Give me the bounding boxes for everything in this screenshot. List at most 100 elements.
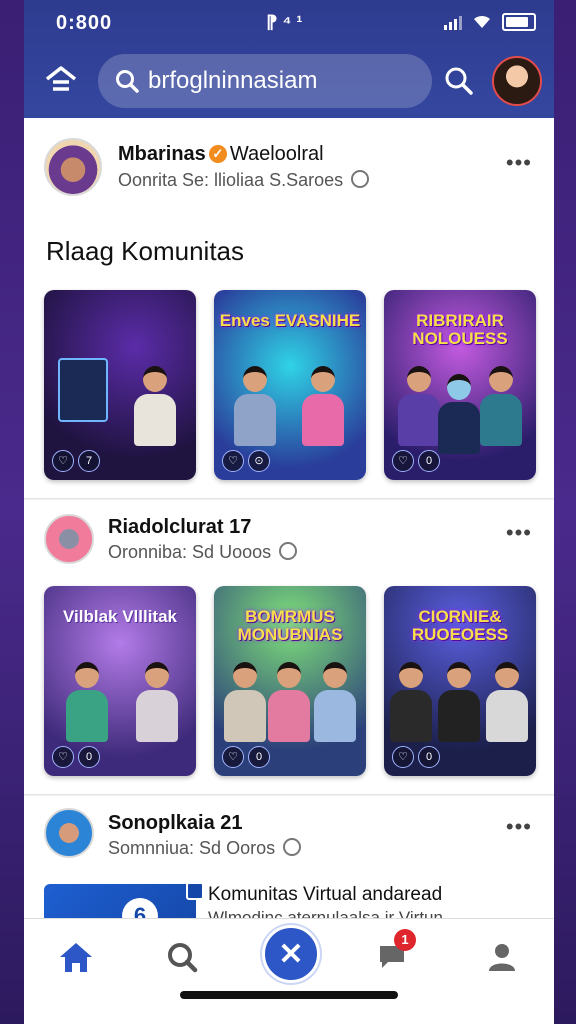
home-indicator bbox=[180, 991, 398, 999]
status-bar: 0:800 ⁋ ⁴ ¹ bbox=[24, 0, 554, 42]
search-button[interactable] bbox=[442, 64, 476, 98]
search-input[interactable]: brfoglninnasiam bbox=[98, 54, 432, 108]
count-badge: 0 bbox=[248, 746, 270, 768]
post-meta: Oonrita Se: llioliaa S.Saroes bbox=[118, 170, 370, 191]
person-figure bbox=[222, 662, 268, 742]
author-name-text: Mbarinas bbox=[118, 143, 206, 165]
person-figure bbox=[436, 374, 482, 454]
more-options-icon[interactable]: ••• bbox=[506, 150, 532, 176]
tile-title: RIBRIRAIR NOLOUESS bbox=[412, 311, 508, 348]
verified-badge-icon: ✓ bbox=[208, 145, 227, 163]
tile-badges: ♡ 0 bbox=[392, 746, 440, 768]
top-app-bar: 0:800 ⁋ ⁴ ¹ brfoglninnasiam bbox=[24, 0, 554, 118]
status-right-icons bbox=[444, 13, 536, 31]
external-link-icon bbox=[186, 884, 204, 900]
close-icon: ✕ bbox=[278, 937, 304, 971]
tablet-graphic bbox=[58, 358, 108, 422]
post-meta: Somnniua: Sd Ooros bbox=[108, 838, 302, 859]
avatar[interactable] bbox=[44, 808, 94, 858]
top-nav-row: brfoglninnasiam bbox=[24, 50, 554, 112]
search-icon bbox=[445, 67, 473, 95]
person-figure bbox=[300, 366, 346, 446]
like-badge-icon[interactable]: ♡ bbox=[52, 450, 74, 472]
person-figure bbox=[388, 662, 434, 742]
like-badge-icon[interactable]: ♡ bbox=[222, 450, 244, 472]
post-card: Riadolclurat 17 Oronniba: Sd Uooos ••• V… bbox=[24, 500, 554, 795]
tile-badges: ♡ 0 bbox=[52, 746, 100, 768]
post-header: Riadolclurat 17 Oronniba: Sd Uooos ••• bbox=[24, 500, 554, 580]
count-badge: 0 bbox=[418, 450, 440, 472]
tile-title: Vilblak Vlllitak bbox=[62, 607, 178, 626]
person-figure bbox=[266, 662, 312, 742]
center-action-button[interactable]: ✕ bbox=[262, 925, 320, 983]
tile-badges: ♡ 0 bbox=[392, 450, 440, 472]
community-tiles: Vilblak Vlllitak ♡ 0 BOMRMUS MONUBNIAS ♡ 0… bbox=[44, 586, 536, 776]
community-tile[interactable]: Enves EVASNIHE ♡ ⊙ bbox=[214, 290, 366, 480]
person-figure bbox=[484, 662, 530, 742]
tile-badges: ♡ 7 bbox=[52, 450, 100, 472]
post-header: Sonoplkaia 21 Somnniua: Sd Ooros ••• bbox=[24, 796, 554, 876]
globe-icon bbox=[279, 542, 298, 560]
nav-search-button[interactable] bbox=[158, 933, 206, 981]
avatar[interactable] bbox=[44, 514, 94, 564]
community-tiles: ♡ 7 Enves EVASNIHE ♡ ⊙ RIBRIRAIR NOLOUESS … bbox=[44, 290, 536, 480]
search-icon bbox=[116, 70, 139, 93]
notification-count-badge: 1 bbox=[394, 929, 416, 951]
home-icon bbox=[60, 943, 92, 972]
person-figure bbox=[134, 662, 180, 742]
link-title: Komunitas Virtual andaread bbox=[208, 884, 443, 905]
profile-avatar[interactable] bbox=[492, 56, 542, 106]
status-time: 0:800 bbox=[56, 12, 113, 34]
user-icon bbox=[489, 944, 515, 971]
community-tile[interactable]: RIBRIRAIR NOLOUESS ♡ 0 bbox=[384, 290, 536, 480]
count-badge: 0 bbox=[418, 746, 440, 768]
wifi-icon bbox=[472, 14, 492, 30]
more-options-icon[interactable]: ••• bbox=[506, 814, 532, 840]
post-meta-text: Oonrita Se: llioliaa S.Saroes bbox=[118, 170, 344, 190]
tile-title: BOMRMUS MONUBNIAS bbox=[237, 607, 343, 644]
post-card: Sonoplkaia 21 Somnniua: Sd Ooros ••• 6 K… bbox=[24, 796, 554, 924]
like-badge-icon[interactable]: ♡ bbox=[52, 746, 74, 768]
community-tile[interactable]: Vilblak Vlllitak ♡ 0 bbox=[44, 586, 196, 776]
search-query-text: brfoglninnasiam bbox=[148, 67, 318, 94]
section-title: Rlaag Komunitas bbox=[46, 236, 244, 266]
person-figure bbox=[436, 662, 482, 742]
person-figure bbox=[478, 366, 524, 446]
post-card: Mbarinas ✓ Waeloolral Oonrita Se: llioliaa… bbox=[24, 118, 554, 499]
bottom-nav: ✕ 1 bbox=[24, 918, 554, 1024]
post-author-name[interactable]: Mbarinas ✓ Waeloolral bbox=[118, 143, 324, 166]
home-outline-icon[interactable] bbox=[42, 62, 80, 100]
post-author-name[interactable]: Sonoplkaia 21 bbox=[108, 812, 243, 835]
count-badge: 7 bbox=[78, 450, 100, 472]
like-badge-icon[interactable]: ♡ bbox=[222, 746, 244, 768]
author-name-suffix: Waeloolral bbox=[229, 143, 324, 165]
post-meta-text: Oronniba: Sd Uooos bbox=[108, 542, 272, 562]
count-badge: 0 bbox=[78, 746, 100, 768]
community-tile[interactable]: CIORNIE& RUOEOESS ♡ 0 bbox=[384, 586, 536, 776]
count-badge: ⊙ bbox=[248, 450, 270, 472]
signal-icon bbox=[444, 14, 462, 30]
tile-title: Enves EVASNIHE bbox=[219, 311, 361, 330]
avatar[interactable] bbox=[44, 138, 102, 196]
phone-screen: 0:800 ⁋ ⁴ ¹ brfoglninnasiam Mbarinas ✓ W… bbox=[24, 0, 554, 1024]
nav-profile-button[interactable] bbox=[478, 933, 526, 981]
nav-home-button[interactable] bbox=[52, 933, 100, 981]
person-figure bbox=[312, 662, 358, 742]
globe-icon bbox=[283, 838, 302, 856]
like-badge-icon[interactable]: ♡ bbox=[392, 450, 414, 472]
tile-badges: ♡ 0 bbox=[222, 746, 270, 768]
search-icon bbox=[168, 943, 198, 973]
post-author-name[interactable]: Riadolclurat 17 bbox=[108, 516, 251, 539]
status-notification-icons: ⁋ ⁴ ¹ bbox=[266, 12, 303, 32]
tile-badges: ♡ ⊙ bbox=[222, 450, 270, 472]
like-badge-icon[interactable]: ♡ bbox=[392, 746, 414, 768]
more-options-icon[interactable]: ••• bbox=[506, 520, 532, 546]
globe-icon bbox=[351, 170, 370, 188]
person-figure bbox=[132, 366, 178, 446]
nav-messages-button[interactable]: 1 bbox=[368, 929, 416, 981]
tile-title: CIORNIE& RUOEOESS bbox=[411, 607, 509, 644]
battery-icon bbox=[502, 13, 536, 31]
community-tile[interactable]: ♡ 7 bbox=[44, 290, 196, 480]
person-figure bbox=[64, 662, 110, 742]
community-tile[interactable]: BOMRMUS MONUBNIAS ♡ 0 bbox=[214, 586, 366, 776]
